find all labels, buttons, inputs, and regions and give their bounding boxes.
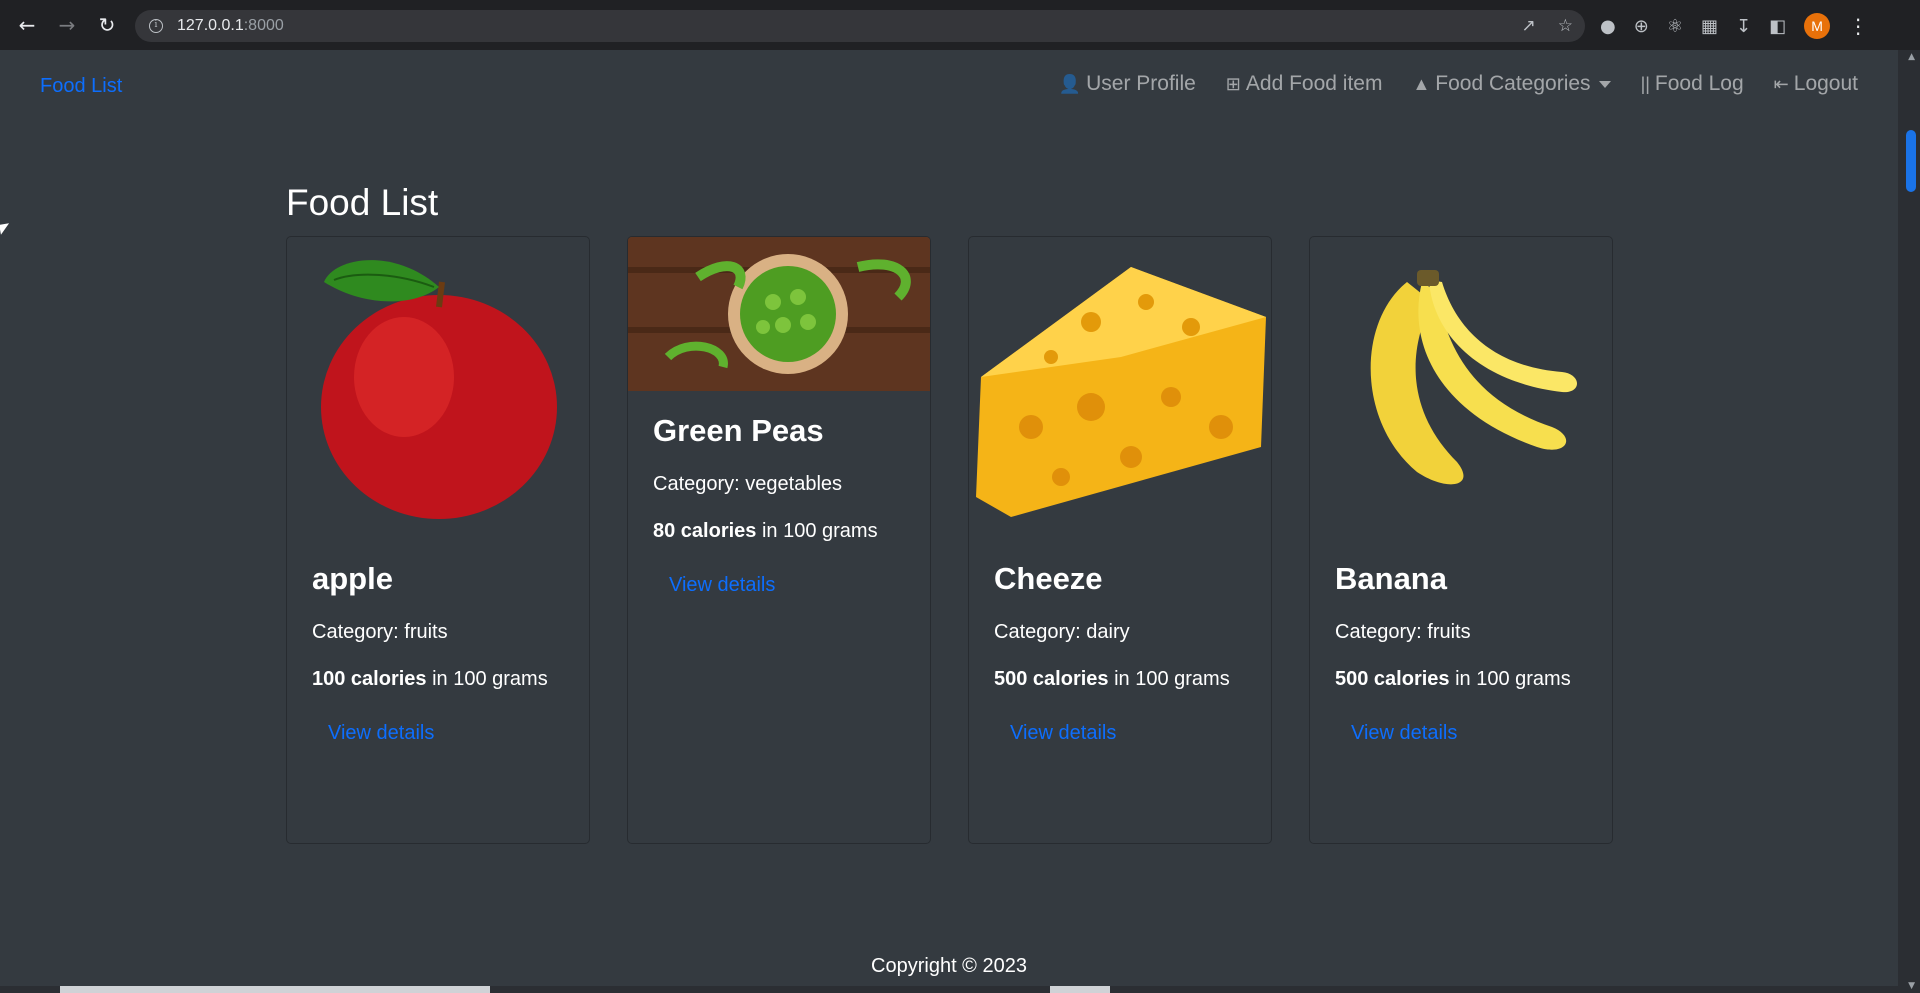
nav-logout[interactable]: ⇤ Logout [1774,72,1858,96]
food-category: Category: fruits [1335,621,1471,643]
puzzle-icon[interactable]: ▦ [1701,16,1718,37]
scroll-down-icon[interactable]: ▼ [1908,981,1915,991]
navbar-brand[interactable]: Food List [40,75,122,98]
cheese-image [969,237,1271,537]
nav-food-categories-dropdown[interactable]: ▲ Food Categories [1412,72,1611,96]
food-name: Green Peas [653,413,824,448]
forward-arrow-icon[interactable]: → [54,12,80,38]
food-calories: 80 calories in 100 grams [653,520,878,542]
utensils-icon: || [1640,73,1650,94]
navbar-links: 👤 User Profile ⊞ Add Food item ▲ Food Ca… [1029,72,1858,96]
food-name: Cheeze [994,561,1103,596]
reload-icon[interactable]: ↻ [94,12,120,38]
mouse-cursor-icon [0,223,11,235]
food-name: apple [312,561,393,596]
nav-user-profile[interactable]: 👤 User Profile [1059,72,1196,96]
address-bar[interactable]: i 127.0.0.1:8000 ↗ ☆ [135,10,1585,42]
view-details-link[interactable]: View details [328,722,434,745]
share-icon[interactable]: ↗ [1522,16,1536,36]
food-card-list: apple Category: fruits 100 calories in 1… [286,236,1613,844]
view-details-link[interactable]: View details [1010,722,1116,745]
menu-kebab-icon[interactable]: ⋮ [1848,14,1868,38]
browser-toolbar: ← → ↻ i 127.0.0.1:8000 ↗ ☆ ● ⊕ ⚛ ▦ ↧ ◧ M… [0,0,1920,50]
scrollbar-segment [1050,986,1110,993]
extension-icon[interactable]: ⊕ [1634,16,1649,37]
food-category: Category: dairy [994,621,1130,643]
site-navbar: Food List 👤 User Profile ⊞ Add Food item… [0,50,1898,120]
food-card: Banana Category: fruits 500 calories in … [1309,236,1613,844]
food-calories: 500 calories in 100 grams [994,668,1230,690]
scrollbar-thumb[interactable] [1906,130,1916,192]
food-card: Cheeze Category: dairy 500 calories in 1… [968,236,1272,844]
pizza-icon: ▲ [1412,73,1431,94]
footer-copyright: Copyright © 2023 [871,955,1027,977]
scroll-up-icon[interactable]: ▲ [1908,52,1915,62]
food-name: Banana [1335,561,1447,596]
nav-food-log[interactable]: || Food Log [1641,72,1744,96]
food-category: Category: fruits [312,621,448,643]
download-icon[interactable]: ↧ [1736,16,1751,37]
site-info-icon[interactable]: i [149,19,163,33]
banana-image [1310,237,1612,537]
back-arrow-icon[interactable]: ← [14,12,40,38]
apple-image [287,237,589,537]
avatar[interactable]: M [1804,13,1831,39]
green-peas-image [628,237,930,391]
react-devtools-icon[interactable]: ⚛ [1667,16,1683,37]
scrollbar-thumb[interactable] [60,986,490,993]
food-calories: 500 calories in 100 grams [1335,668,1571,690]
sign-out-icon: ⇤ [1773,73,1789,94]
food-card: Green Peas Category: vegetables 80 calor… [627,236,931,844]
food-calories: 100 calories in 100 grams [312,668,548,690]
view-details-link[interactable]: View details [1351,722,1457,745]
sidepanel-icon[interactable]: ◧ [1769,16,1786,37]
page-title: Food List [286,182,439,223]
horizontal-scrollbar[interactable] [0,986,1898,993]
view-details-link[interactable]: View details [669,574,775,597]
extension-icon[interactable]: ● [1600,16,1616,37]
star-icon[interactable]: ☆ [1558,16,1573,36]
user-icon: 👤 [1058,73,1082,94]
food-card: apple Category: fruits 100 calories in 1… [286,236,590,844]
plus-square-icon: ⊞ [1225,73,1241,94]
nav-add-food-item[interactable]: ⊞ Add Food item [1226,72,1383,96]
vertical-scrollbar[interactable]: ▲ ▼ [1898,50,1920,993]
food-category: Category: vegetables [653,473,843,495]
chevron-down-icon [1598,80,1611,88]
url-text: 127.0.0.1:8000 [177,17,284,34]
